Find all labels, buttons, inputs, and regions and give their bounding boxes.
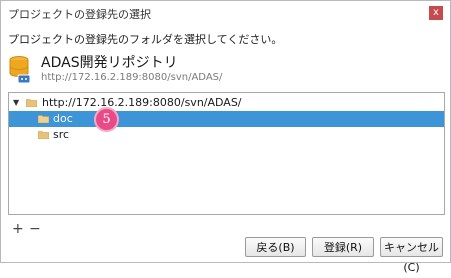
tree-node-label: http://172.16.2.189:8080/svn/ADAS/ <box>42 96 242 109</box>
expand-arrow-icon[interactable]: ▼ <box>13 98 19 107</box>
tree-node-src[interactable]: src <box>9 127 444 143</box>
step-badge: 5 <box>94 107 119 132</box>
repository-name: ADAS開発リポジトリ <box>41 55 178 71</box>
tree-node-label: src <box>53 128 70 141</box>
add-button[interactable]: + <box>12 221 24 237</box>
folder-tree[interactable]: ▼ http://172.16.2.189:8080/svn/ADAS/ doc… <box>8 92 445 215</box>
register-button[interactable]: 登録(R) <box>312 237 374 257</box>
repository-url: http://172.16.2.189:8080/svn/ADAS/ <box>41 72 223 83</box>
folder-icon <box>38 131 49 139</box>
back-button[interactable]: 戻る(B) <box>245 237 306 257</box>
instruction-text: プロジェクトの登録先のフォルダを選択してください。 <box>8 33 283 46</box>
tree-node-label: doc <box>53 112 73 125</box>
repository-icon <box>9 55 31 85</box>
tree-node-root[interactable]: ▼ http://172.16.2.189:8080/svn/ADAS/ <box>9 95 444 111</box>
cancel-button[interactable]: キャンセル(C) <box>380 237 443 274</box>
tree-node-doc[interactable]: doc <box>9 111 444 127</box>
window-title: プロジェクトの登録先の選択 <box>8 8 151 21</box>
title-bar: プロジェクトの登録先の選択 x <box>1 1 450 25</box>
folder-icon <box>38 115 49 123</box>
dialog-window: プロジェクトの登録先の選択 x プロジェクトの登録先のフォルダを選択してください… <box>0 0 451 274</box>
close-button[interactable]: x <box>429 6 443 20</box>
folder-icon <box>26 99 37 107</box>
close-icon: x <box>433 7 439 18</box>
remove-button[interactable]: − <box>29 221 41 237</box>
